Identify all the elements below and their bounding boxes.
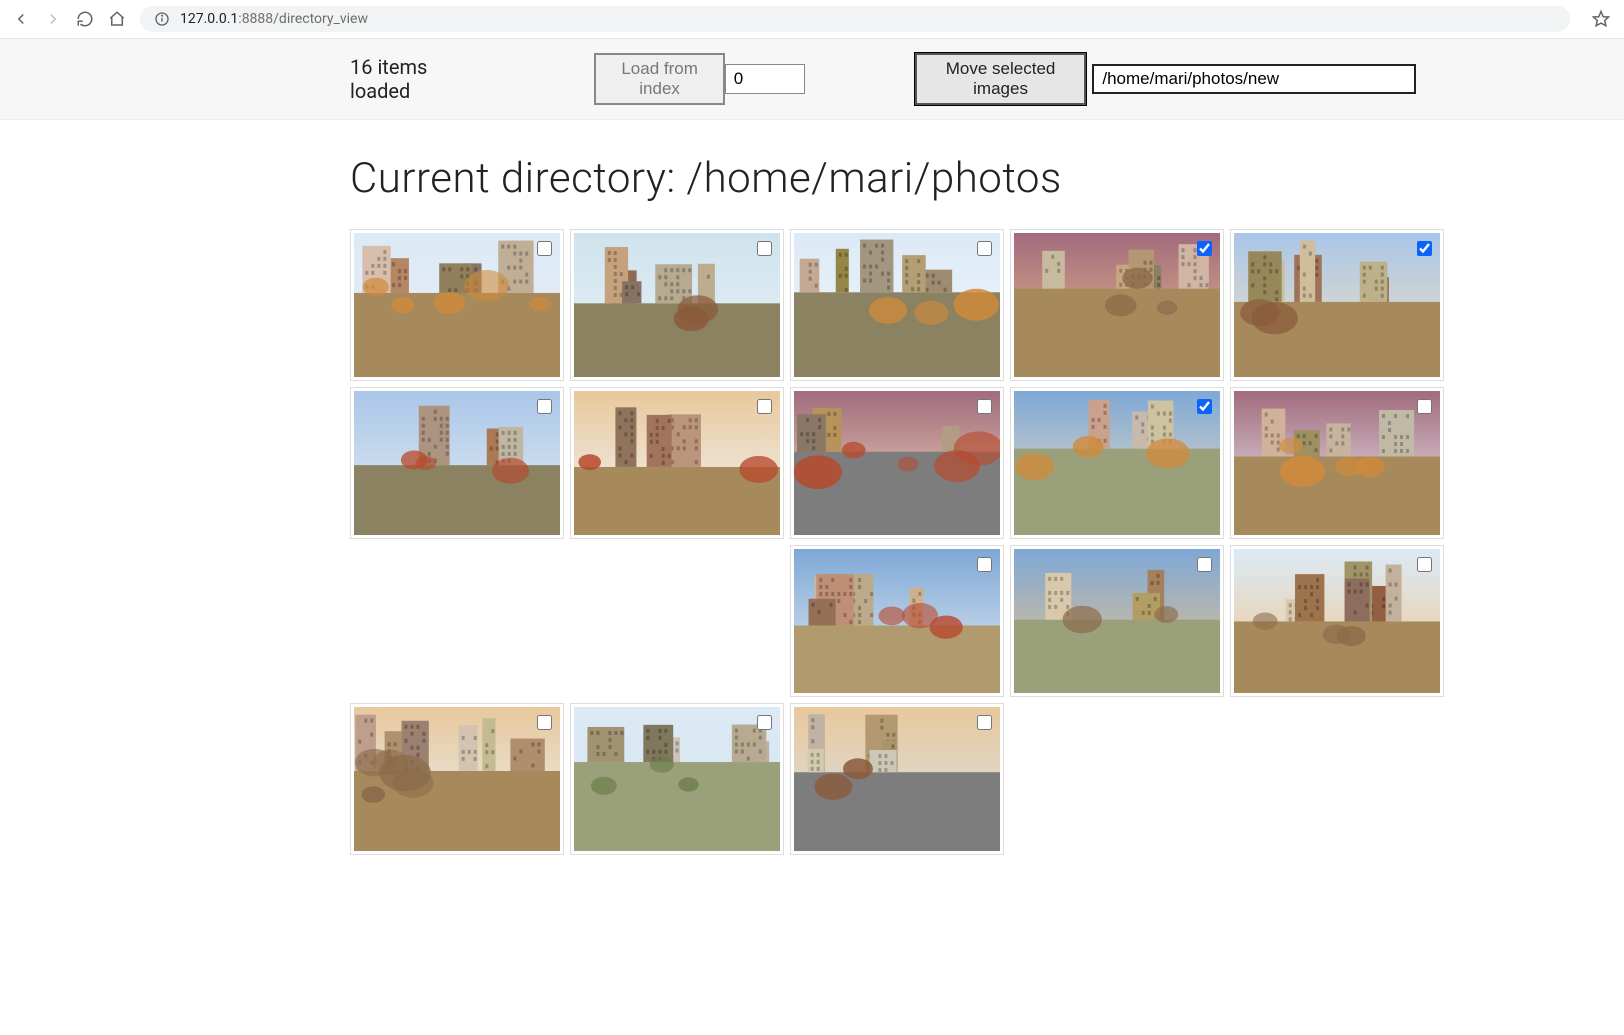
app-toolbar: 16 items loaded Load from index Move sel… <box>0 39 1624 120</box>
thumbnail-select-checkbox[interactable] <box>1417 399 1432 414</box>
thumbnail-modern-curved-building[interactable] <box>1230 545 1444 697</box>
thumbnail-select-checkbox[interactable] <box>977 241 992 256</box>
back-icon[interactable] <box>12 10 30 28</box>
url-path: :8888/directory_view <box>238 11 368 27</box>
thumbnail-tree-canopy-blue-sky[interactable] <box>790 703 1004 855</box>
thumbnail-city-street-modern-facade[interactable] <box>570 229 784 381</box>
bookmark-star-icon[interactable] <box>1592 10 1610 28</box>
browser-nav-icons <box>12 10 126 28</box>
thumbnail-cargo-bike-leaves[interactable] <box>790 545 1004 697</box>
content-area: Current directory: /home/mari/photos <box>172 120 1452 895</box>
thumbnail-park-archway-statue[interactable] <box>790 229 1004 381</box>
thumbnail-grid <box>350 229 1450 855</box>
browser-chrome: 127.0.0.1:8888/directory_view <box>0 0 1624 39</box>
load-from-index-button[interactable]: Load from index <box>594 53 724 105</box>
thumbnail-playground-swings-autumn[interactable] <box>1010 545 1224 697</box>
thumbnail-select-checkbox[interactable] <box>1197 399 1212 414</box>
thumbnail-select-checkbox[interactable] <box>537 241 552 256</box>
thumbnail-monument-horse-statues[interactable] <box>1230 387 1444 539</box>
site-info-icon[interactable] <box>154 11 170 27</box>
thumbnail-select-checkbox[interactable] <box>757 715 772 730</box>
thumbnail-select-checkbox[interactable] <box>1417 557 1432 572</box>
thumbnail-sunset-airplane-wing[interactable] <box>350 229 564 381</box>
thumbnail-select-checkbox[interactable] <box>1197 241 1212 256</box>
thumbnail-select-checkbox[interactable] <box>537 715 552 730</box>
address-bar[interactable]: 127.0.0.1:8888/directory_view <box>140 6 1570 32</box>
thumbnail-select-checkbox[interactable] <box>537 399 552 414</box>
move-destination-input[interactable] <box>1092 64 1416 94</box>
thumbnail-select-checkbox[interactable] <box>1417 241 1432 256</box>
thumbnail-palace-square-pedestrians[interactable] <box>350 387 564 539</box>
thumbnail-colorful-university-building[interactable] <box>350 703 564 855</box>
thumbnail-greenhouse-palmenhouse[interactable] <box>790 387 1004 539</box>
thumbnail-select-checkbox[interactable] <box>1197 557 1212 572</box>
thumbnail-select-checkbox[interactable] <box>977 715 992 730</box>
thumbnail-select-checkbox[interactable] <box>977 557 992 572</box>
thumbnail-wide-street-traffic[interactable] <box>1010 387 1224 539</box>
load-index-input[interactable] <box>725 64 805 94</box>
forward-icon[interactable] <box>44 10 62 28</box>
thumbnail-select-checkbox[interactable] <box>977 399 992 414</box>
reload-icon[interactable] <box>76 10 94 28</box>
thumbnail-select-checkbox[interactable] <box>757 399 772 414</box>
items-loaded-status: 16 items loaded <box>350 55 474 103</box>
thumbnail-european-street-buildings[interactable] <box>1010 229 1224 381</box>
thumbnail-orange-wall-street[interactable] <box>570 703 784 855</box>
thumbnail-autumn-lawn-trees[interactable] <box>570 387 784 539</box>
home-icon[interactable] <box>108 10 126 28</box>
page-title: Current directory: /home/mari/photos <box>350 154 1416 203</box>
thumbnail-opera-house-plaza[interactable] <box>1230 229 1444 381</box>
url-host: 127.0.0.1 <box>180 11 238 27</box>
move-selected-button[interactable]: Move selected images <box>915 53 1087 105</box>
address-text: 127.0.0.1:8888/directory_view <box>180 11 368 27</box>
thumbnail-select-checkbox[interactable] <box>757 241 772 256</box>
